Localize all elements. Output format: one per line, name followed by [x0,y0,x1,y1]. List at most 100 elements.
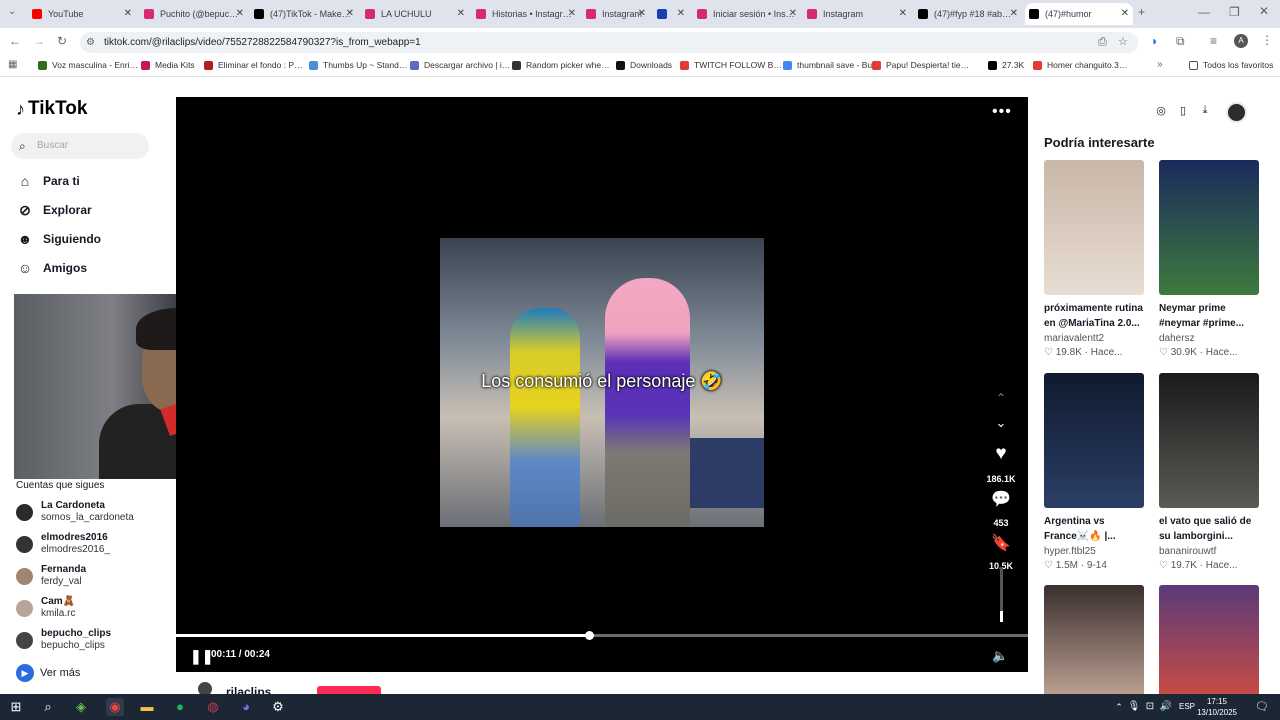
bookmarks-overflow-icon[interactable]: » [1157,59,1163,70]
tiktok-logo[interactable]: ♪ TikTok [16,98,87,120]
card-caption[interactable]: Argentina vs France☠️🔥 |... [1044,514,1144,544]
bookmark-star-icon[interactable]: ☆ [1118,32,1128,53]
next-video-icon[interactable]: ⌄ [988,415,1014,431]
file-explorer-icon[interactable]: ▬ [138,698,156,716]
minimize-icon[interactable]: — [1198,5,1210,19]
video-thumbnail[interactable] [1159,160,1259,295]
nav-item[interactable]: ☺ Amigos [16,258,87,278]
spotify-icon[interactable]: ● [171,698,189,716]
media-control-icon[interactable]: ≡ [1210,34,1217,48]
tab-close-icon[interactable]: ✕ [638,8,646,19]
notifications-icon[interactable]: 🗨 [1253,698,1271,716]
site-info-icon[interactable]: ⚙ [86,32,95,53]
tab-close-icon[interactable]: ✕ [568,8,576,19]
card-username[interactable]: hyper.ftbl25 [1044,546,1144,557]
browser-tab[interactable]: LA UCHULU ✕ [361,3,469,25]
extension-icon[interactable]: ◗ [1151,34,1158,48]
card-caption[interactable]: próximamente rutina en @MariaTina 2.0... [1044,301,1144,331]
volume-icon[interactable]: 🔈 [992,648,1008,664]
bookmark-item[interactable]: Papu! Despierta! tie… [872,60,969,70]
settings-gear-icon[interactable]: ⚙ [269,698,287,716]
card-caption[interactable]: el vato que salió de su lamborgini... [1159,514,1259,544]
coin-icon[interactable]: ◎ [1150,104,1172,117]
language-indicator[interactable]: ESP [1179,702,1195,711]
browser-tab[interactable]: Puchito (@bepuc… ✕ [140,3,248,25]
see-more-link[interactable]: ▶ Ver más [16,664,80,682]
browser-tab[interactable]: Iniciar sesión • Ins… ✕ [693,3,801,25]
reload-icon[interactable]: ↻ [57,34,67,48]
author-avatar[interactable] [198,682,212,694]
author-name[interactable]: rilaclips [226,685,271,694]
card-username[interactable]: dahersz [1159,333,1259,344]
search-input[interactable]: ⌕ Buscar [11,133,149,159]
start-icon[interactable]: ⊞ [7,698,25,716]
tab-close-icon[interactable]: ✕ [899,8,907,19]
browser-tab[interactable]: Instagram ✕ [803,3,911,25]
video-progress-knob[interactable] [585,631,595,640]
card-username[interactable]: mariavalentt2 [1044,333,1144,344]
video-progress-bar[interactable] [176,631,1028,640]
browser-tab[interactable]: Historias • Instagr… ✕ [472,3,580,25]
bookmark-item[interactable]: Voz masculina - Enri… [38,60,138,70]
tab-search-icon[interactable]: ⌄ [8,6,16,17]
address-bar[interactable]: ⚙ tiktok.com/@rilaclips/video/7552728822… [80,32,1138,53]
tab-close-icon[interactable]: ✕ [124,8,132,19]
copilot-icon[interactable]: ◈ [72,698,90,716]
extensions-puzzle-icon[interactable]: ⧉ [1176,34,1185,49]
nav-item[interactable]: ⊘ Explorar [16,200,92,220]
recommended-video-card[interactable] [1159,585,1259,694]
bookmark-item[interactable]: Random picker whe… [512,60,610,70]
more-options-icon[interactable]: ••• [992,103,1012,121]
like-heart-icon[interactable]: ♥ [988,443,1014,465]
previous-video-icon[interactable]: ⌃ [988,391,1014,405]
pause-button[interactable]: ❚❚ [190,648,213,665]
forward-icon[interactable]: → [33,34,45,48]
bookmark-item[interactable]: TWITCH FOLLOW B… [680,60,782,70]
bookmark-item[interactable]: 27.3K [988,60,1024,70]
obs-icon[interactable]: ◍ [204,698,222,716]
install-app-icon[interactable]: ⎙ [1098,32,1107,53]
browser-tab[interactable]: (47)#humor ✕ [1025,3,1133,25]
recommended-video-card[interactable]: próximamente rutina en @MariaTina 2.0...… [1044,160,1144,358]
tab-close-icon[interactable]: ✕ [346,8,354,19]
bookmark-item[interactable]: Homer changuito.3… [1033,60,1127,70]
nav-item[interactable]: ⌂ Para ti [16,171,80,191]
clock[interactable]: 17:15 13/10/2025 [1195,696,1239,718]
apps-grid-icon[interactable]: ▦ [8,59,17,70]
video-thumbnail[interactable] [1159,373,1259,508]
video-thumbnail[interactable] [1044,160,1144,295]
speaker-icon[interactable]: 🔊 [1157,698,1175,716]
browser-tab[interactable]: YouTube ✕ [28,3,136,25]
all-favorites-folder[interactable]: Todos los favoritos [1189,60,1273,70]
tab-close-icon[interactable]: ✕ [1121,8,1129,19]
nav-item[interactable]: ☻ Siguiendo [16,229,101,249]
discord-icon[interactable]: ◕ [237,698,255,716]
browser-tab[interactable]: Instagram ✕ [582,3,650,25]
tab-close-icon[interactable]: ✕ [236,8,244,19]
tab-close-icon[interactable]: ✕ [1010,8,1018,19]
download-icon[interactable]: ⤓ [1194,104,1216,117]
video-frame[interactable]: Los consumió el personaje 🤣 [440,238,764,527]
video-thumbnail[interactable] [1159,585,1259,694]
maximize-icon[interactable]: ❐ [1229,5,1240,19]
menu-kebab-icon[interactable]: ⋮ [1261,33,1273,47]
back-icon[interactable]: ← [9,34,21,48]
video-thumbnail[interactable] [1044,373,1144,508]
bookmark-item[interactable]: Thumbs Up ~ Stand… [309,60,407,70]
recommended-video-card[interactable] [1044,585,1144,694]
user-avatar[interactable] [1226,102,1247,123]
volume-slider[interactable] [1000,567,1003,622]
recommended-video-card[interactable]: Argentina vs France☠️🔥 |... hyper.ftbl25 ♡… [1044,373,1144,571]
card-caption[interactable]: Neymar prime #neymar #prime... [1159,301,1259,331]
browser-tab[interactable]: (47)TikTok - Make… ✕ [250,3,358,25]
bookmark-item[interactable]: thumbnail save - Bu… [783,60,881,70]
save-bookmark-icon[interactable]: 🔖 [988,533,1014,553]
profile-avatar-icon[interactable]: A [1234,34,1248,48]
follow-button[interactable] [317,686,381,694]
tab-close-icon[interactable]: ✕ [677,8,685,19]
recommended-video-card[interactable]: Neymar prime #neymar #prime... dahersz ♡ 3… [1159,160,1259,358]
recommended-video-card[interactable]: el vato que salió de su lamborgini... ban… [1159,373,1259,571]
bookmark-item[interactable]: Media Kits [141,60,195,70]
chrome-icon[interactable]: ◉ [106,698,124,716]
video-thumbnail[interactable] [1044,585,1144,694]
